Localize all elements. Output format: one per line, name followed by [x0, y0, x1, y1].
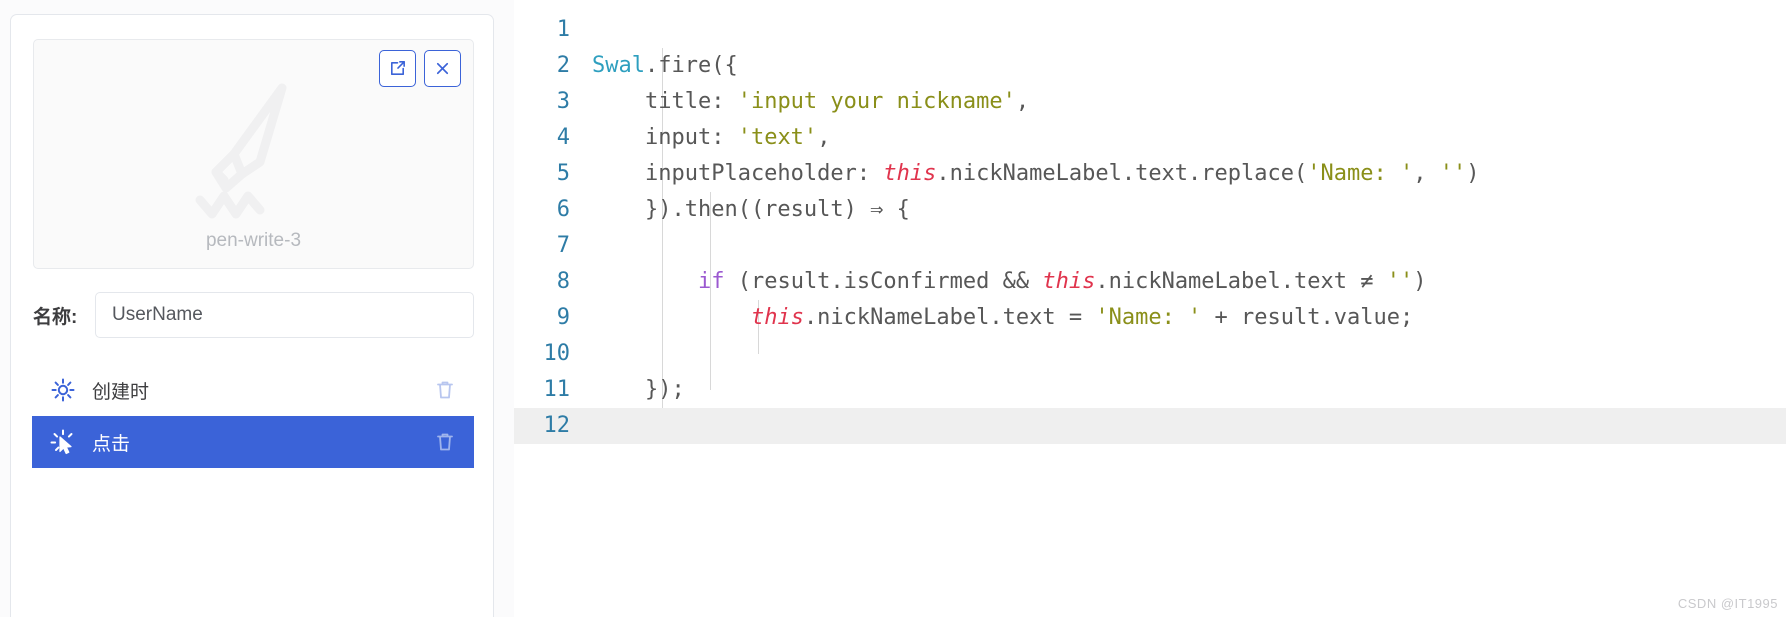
trash-icon [437, 433, 453, 451]
code-line: 3 title: 'input your nickname', [514, 84, 1786, 120]
line-content[interactable]: inputPlaceholder: this.nickNameLabel.tex… [592, 156, 1786, 192]
event-list: 创建时 点击 [32, 364, 474, 468]
delete-event-button-click[interactable] [432, 431, 458, 453]
line-number: 2 [556, 53, 570, 78]
code-line: 4 input: 'text', [514, 120, 1786, 156]
event-item-label: 点击 [92, 433, 131, 455]
line-content[interactable]: if (result.isConfirmed && this.nickNameL… [592, 264, 1786, 300]
code-line-current: 12 [514, 408, 1786, 444]
trash-icon [437, 381, 453, 399]
name-field-row: 名称: [33, 292, 474, 338]
line-number: 12 [543, 413, 571, 438]
preview-action-buttons [379, 50, 461, 87]
line-content[interactable]: }); [592, 372, 1786, 408]
click-cursor-icon [46, 428, 80, 456]
code-editor-content: 1 2 Swal.fire({ 3 title: 'input your nic… [514, 12, 1786, 444]
code-line: 7 [514, 228, 1786, 264]
event-item-create[interactable]: 创建时 [32, 364, 474, 416]
asset-name-caption: pen-write-3 [205, 230, 302, 251]
close-button[interactable] [424, 50, 461, 87]
code-line: 5 inputPlaceholder: this.nickNameLabel.t… [514, 156, 1786, 192]
code-line: 6 }).then((result) ⇒ { [514, 192, 1786, 228]
line-number: 9 [556, 305, 570, 330]
line-number: 1 [556, 17, 570, 42]
event-item-label: 创建时 [92, 381, 150, 403]
code-line: 11 }); [514, 372, 1786, 408]
external-link-icon [390, 61, 405, 76]
line-content[interactable]: }).then((result) ⇒ { [592, 192, 1786, 228]
line-content[interactable]: this.nickNameLabel.text = 'Name: ' + res… [592, 300, 1786, 336]
sun-create-icon [46, 377, 80, 403]
name-field-label: 名称: [33, 306, 78, 328]
line-number: 4 [556, 125, 570, 150]
code-line: 10 [514, 336, 1786, 372]
line-content[interactable]: title: 'input your nickname', [592, 84, 1786, 120]
name-input[interactable] [95, 292, 474, 338]
code-line: 2 Swal.fire({ [514, 48, 1786, 84]
application-window: pen-write-3 名称: UserName 创建时 点击 1 2 Swal… [0, 0, 1786, 617]
pen-write-illustration-icon [195, 83, 286, 219]
line-number: 7 [556, 233, 570, 258]
asset-preview[interactable]: pen-write-3 [33, 39, 474, 269]
line-number: 10 [543, 341, 571, 366]
code-line: 1 [514, 12, 1786, 48]
delete-event-button-create[interactable] [432, 379, 458, 401]
line-number: 11 [543, 377, 571, 402]
code-line: 8 if (result.isConfirmed && this.nickNam… [514, 264, 1786, 300]
code-editor[interactable]: 1 2 Swal.fire({ 3 title: 'input your nic… [514, 0, 1786, 617]
watermark: CSDN @IT1995 [1677, 596, 1778, 611]
line-number: 3 [556, 89, 570, 114]
code-line: 9 this.nickNameLabel.text = 'Name: ' + r… [514, 300, 1786, 336]
line-content[interactable]: input: 'text', [592, 120, 1786, 156]
inspector-card: pen-write-3 名称: UserName 创建时 点击 [10, 14, 494, 617]
inspector-panel: pen-write-3 名称: UserName 创建时 点击 [0, 0, 514, 617]
close-icon [436, 62, 449, 75]
open-external-button[interactable] [379, 50, 416, 87]
line-number: 8 [556, 269, 570, 294]
line-number: 5 [556, 161, 570, 186]
event-item-click[interactable]: 点击 [32, 416, 474, 468]
line-number: 6 [556, 197, 570, 222]
line-content[interactable]: Swal.fire({ [592, 48, 1786, 84]
